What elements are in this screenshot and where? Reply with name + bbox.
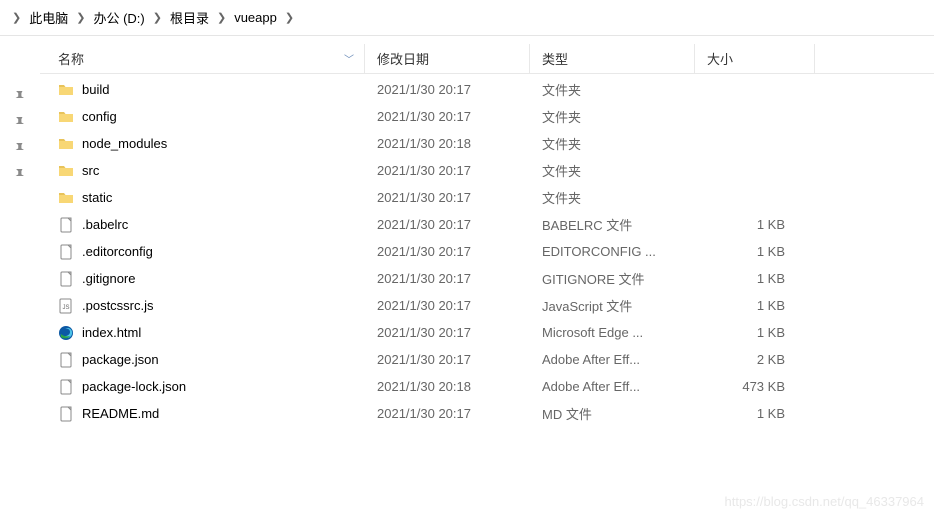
file-date: 2021/1/30 20:17	[365, 298, 530, 313]
table-row[interactable]: README.md 2021/1/30 20:17 MD 文件 1 KB	[40, 400, 934, 427]
file-type: 文件夹	[530, 134, 695, 153]
column-header-row: 名称 ﹀ 修改日期 类型 大小	[40, 44, 934, 74]
file-name: README.md	[82, 406, 159, 421]
chevron-right-icon: ❯	[213, 11, 230, 24]
file-date: 2021/1/30 20:17	[365, 406, 530, 421]
table-row[interactable]: .gitignore 2021/1/30 20:17 GITIGNORE 文件 …	[40, 265, 934, 292]
file-type: BABELRC 文件	[530, 215, 695, 234]
file-size: 473 KB	[695, 379, 815, 394]
table-row[interactable]: JS .postcssrc.js 2021/1/30 20:17 JavaScr…	[40, 292, 934, 319]
table-row[interactable]: src 2021/1/30 20:17 文件夹	[40, 157, 934, 184]
file-date: 2021/1/30 20:17	[365, 82, 530, 97]
file-type: 文件夹	[530, 161, 695, 180]
column-header-date[interactable]: 修改日期	[365, 44, 530, 73]
file-date: 2021/1/30 20:17	[365, 190, 530, 205]
file-icon	[58, 379, 74, 395]
file-date: 2021/1/30 20:17	[365, 163, 530, 178]
table-row[interactable]: .babelrc 2021/1/30 20:17 BABELRC 文件 1 KB	[40, 211, 934, 238]
file-name: package.json	[82, 352, 159, 367]
file-name: .babelrc	[82, 217, 128, 232]
table-row[interactable]: static 2021/1/30 20:17 文件夹	[40, 184, 934, 211]
file-name: package-lock.json	[82, 379, 186, 394]
pin-icon[interactable]	[10, 164, 30, 184]
file-date: 2021/1/30 20:18	[365, 136, 530, 151]
table-row[interactable]: build 2021/1/30 20:17 文件夹	[40, 76, 934, 103]
table-row[interactable]: config 2021/1/30 20:17 文件夹	[40, 103, 934, 130]
sort-caret-icon: ﹀	[344, 51, 354, 66]
file-name: static	[82, 190, 112, 205]
file-type: 文件夹	[530, 188, 695, 207]
file-name: src	[82, 163, 99, 178]
column-header-name-label: 名称	[58, 49, 84, 68]
file-type: Adobe After Eff...	[530, 352, 695, 367]
chevron-right-icon: ❯	[281, 11, 298, 24]
file-icon	[58, 244, 74, 260]
file-date: 2021/1/30 20:17	[365, 109, 530, 124]
js-file-icon: JS	[58, 298, 74, 314]
file-type: Microsoft Edge ...	[530, 325, 695, 340]
file-date: 2021/1/30 20:17	[365, 325, 530, 340]
breadcrumb-item[interactable]: 根目录	[166, 8, 213, 27]
file-date: 2021/1/30 20:17	[365, 352, 530, 367]
folder-icon	[58, 109, 74, 125]
table-row[interactable]: .editorconfig 2021/1/30 20:17 EDITORCONF…	[40, 238, 934, 265]
file-type: JavaScript 文件	[530, 296, 695, 315]
file-type: Adobe After Eff...	[530, 379, 695, 394]
file-size: 1 KB	[695, 298, 815, 313]
file-list-panel: 名称 ﹀ 修改日期 类型 大小 build 2021/1/30 20:17 文件…	[40, 36, 934, 517]
file-name: .gitignore	[82, 271, 135, 286]
file-size: 1 KB	[695, 271, 815, 286]
file-type: 文件夹	[530, 80, 695, 99]
chevron-right-icon: ❯	[8, 11, 25, 24]
breadcrumb-item[interactable]: vueapp	[230, 10, 281, 25]
file-size: 2 KB	[695, 352, 815, 367]
file-icon	[58, 217, 74, 233]
quick-access-column	[0, 36, 40, 517]
file-date: 2021/1/30 20:17	[365, 217, 530, 232]
pin-icon[interactable]	[10, 86, 30, 106]
file-date: 2021/1/30 20:17	[365, 244, 530, 259]
column-header-size[interactable]: 大小	[695, 44, 815, 73]
pin-icon[interactable]	[10, 112, 30, 132]
edge-browser-icon	[58, 325, 74, 341]
file-size: 1 KB	[695, 244, 815, 259]
column-header-name[interactable]: 名称 ﹀	[40, 44, 365, 73]
file-type: MD 文件	[530, 404, 695, 423]
table-row[interactable]: index.html 2021/1/30 20:17 Microsoft Edg…	[40, 319, 934, 346]
breadcrumb-item[interactable]: 办公 (D:)	[89, 8, 148, 27]
pin-icon[interactable]	[10, 138, 30, 158]
file-icon	[58, 406, 74, 422]
file-size: 1 KB	[695, 217, 815, 232]
breadcrumb-item[interactable]: 此电脑	[25, 8, 72, 27]
table-row[interactable]: node_modules 2021/1/30 20:18 文件夹	[40, 130, 934, 157]
file-size: 1 KB	[695, 325, 815, 340]
file-type: EDITORCONFIG ...	[530, 244, 695, 259]
table-row[interactable]: package.json 2021/1/30 20:17 Adobe After…	[40, 346, 934, 373]
file-rows: build 2021/1/30 20:17 文件夹 config 2021/1/…	[40, 74, 934, 427]
svg-text:JS: JS	[62, 305, 69, 311]
folder-icon	[58, 82, 74, 98]
folder-icon	[58, 163, 74, 179]
file-type: 文件夹	[530, 107, 695, 126]
folder-icon	[58, 190, 74, 206]
file-name: .postcssrc.js	[82, 298, 154, 313]
file-name: index.html	[82, 325, 141, 340]
file-date: 2021/1/30 20:17	[365, 271, 530, 286]
file-name: build	[82, 82, 109, 97]
chevron-right-icon: ❯	[72, 11, 89, 24]
file-icon	[58, 271, 74, 287]
column-header-type[interactable]: 类型	[530, 44, 695, 73]
file-size: 1 KB	[695, 406, 815, 421]
breadcrumb[interactable]: ❯此电脑❯办公 (D:)❯根目录❯vueapp❯	[0, 0, 934, 36]
file-name: .editorconfig	[82, 244, 153, 259]
file-type: GITIGNORE 文件	[530, 269, 695, 288]
table-row[interactable]: package-lock.json 2021/1/30 20:18 Adobe …	[40, 373, 934, 400]
file-name: node_modules	[82, 136, 167, 151]
file-name: config	[82, 109, 117, 124]
chevron-right-icon: ❯	[149, 11, 166, 24]
folder-icon	[58, 136, 74, 152]
file-date: 2021/1/30 20:18	[365, 379, 530, 394]
file-icon	[58, 352, 74, 368]
